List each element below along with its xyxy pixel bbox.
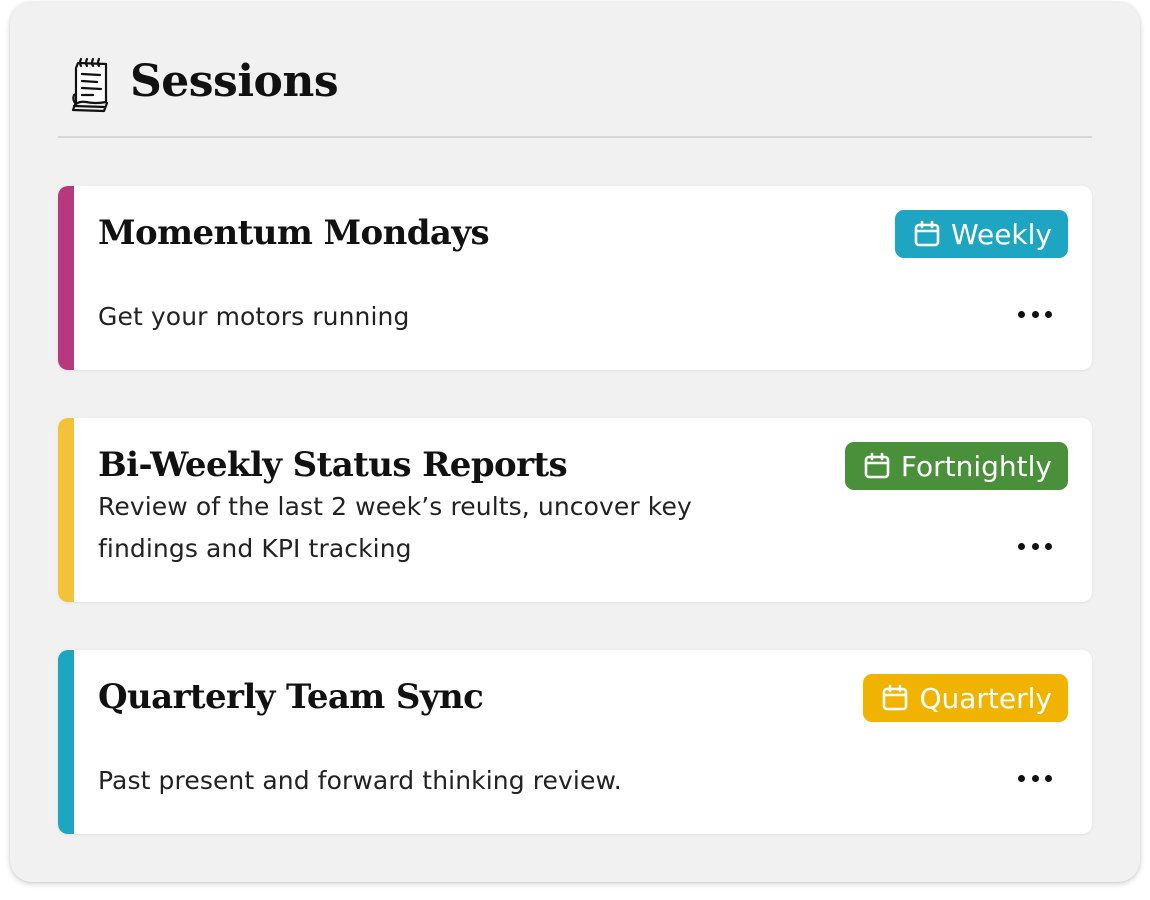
session-description: Past present and forward thinking review…: [98, 766, 622, 795]
frequency-badge: Fortnightly: [844, 442, 1068, 490]
card-accent-bar: [58, 650, 74, 834]
more-options-button[interactable]: [1018, 302, 1052, 326]
calendar-icon: [864, 452, 890, 479]
session-card-bi-weekly-status-reports[interactable]: Bi-Weekly Status Reports Fortnightly Rev…: [58, 418, 1092, 602]
calendar-icon: [883, 684, 908, 711]
more-icon-dot: [1031, 774, 1039, 782]
session-title: Bi-Weekly Status Reports: [98, 445, 568, 485]
more-icon-dot: [1045, 310, 1052, 318]
card-accent-bar: [58, 418, 74, 602]
frequency-label: Quarterly: [919, 681, 1052, 715]
frequency-label: Weekly: [950, 217, 1052, 251]
more-icon-dot: [1045, 542, 1052, 550]
frequency-badge: Quarterly: [863, 674, 1068, 722]
page-title: Sessions: [130, 56, 339, 107]
session-card-momentum-mondays[interactable]: Momentum Mondays Weekly Get your motors …: [58, 186, 1092, 370]
session-title: Quarterly Team Sync: [98, 677, 484, 717]
frequency-badge: Weekly: [894, 210, 1068, 258]
session-card-quarterly-team-sync[interactable]: Quarterly Team Sync Quarterly Past prese…: [58, 650, 1092, 834]
more-options-button[interactable]: [1018, 534, 1052, 558]
more-icon-dot: [1018, 310, 1025, 318]
notepad-icon: [71, 57, 109, 113]
frequency-label: Fortnightly: [900, 449, 1052, 483]
sessions-panel: Sessions Momentum Mondays Weekly Get you…: [10, 2, 1140, 882]
more-icon-dot: [1045, 774, 1052, 782]
session-description: Review of the last 2 week’s reults, unco…: [98, 492, 692, 563]
more-icon-dot: [1018, 774, 1025, 782]
more-options-button[interactable]: [1018, 766, 1052, 790]
session-description: Get your motors running: [98, 302, 410, 331]
card-accent-bar: [58, 186, 74, 370]
calendar-icon: [914, 220, 940, 247]
sessions-header: Sessions: [58, 50, 1092, 138]
more-icon-dot: [1018, 542, 1025, 550]
session-title: Momentum Mondays: [98, 213, 490, 253]
more-icon-dot: [1031, 310, 1039, 318]
more-icon-dot: [1031, 542, 1039, 550]
